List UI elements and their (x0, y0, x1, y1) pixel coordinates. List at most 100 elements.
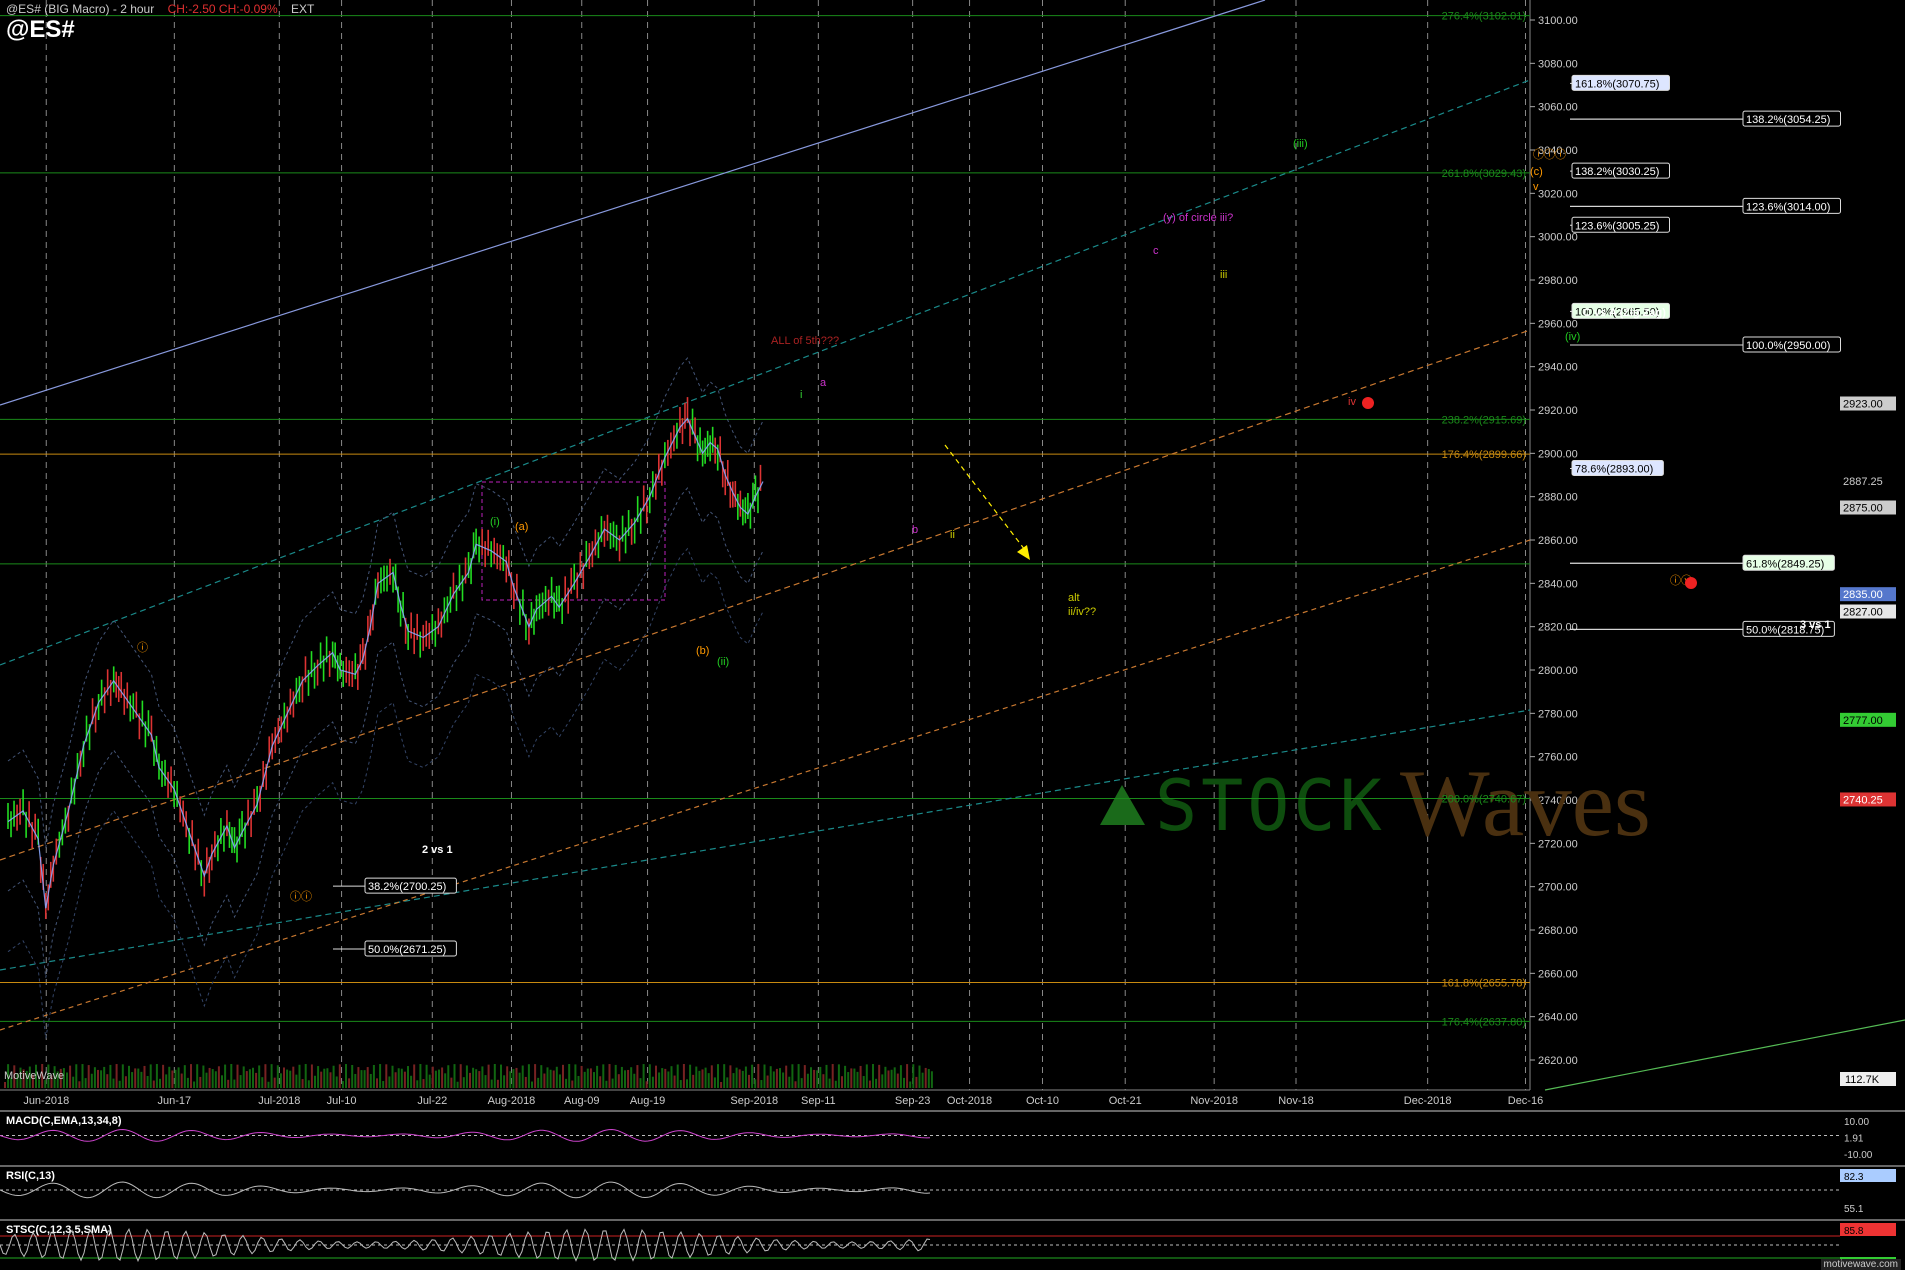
volume-bar (447, 1065, 450, 1088)
volume-bar (431, 1066, 434, 1088)
volume-bar (825, 1064, 828, 1088)
volume-bar (831, 1064, 834, 1088)
volume-bar (633, 1073, 636, 1088)
volume-bar (199, 1076, 202, 1088)
volume-bar (314, 1075, 316, 1088)
volume-bar (400, 1068, 403, 1088)
volume-bar (202, 1065, 205, 1088)
horizontal-level-label: 161.8%(2655.78) (1442, 977, 1526, 989)
volume-bar (143, 1065, 146, 1088)
volume-bar (512, 1069, 515, 1088)
x-tick-label: Sep-2018 (730, 1095, 778, 1107)
volume-bar (875, 1078, 878, 1088)
annotation-text: ALL of 5th??? (771, 335, 839, 347)
warning-marker (1685, 577, 1697, 589)
volume-bar (335, 1076, 338, 1088)
volume-bar (159, 1078, 161, 1088)
volume-bar (710, 1065, 713, 1088)
volume-bar (407, 1066, 409, 1088)
y-tick-label: 2860.00 (1538, 535, 1578, 547)
volume-bar (704, 1067, 707, 1088)
volume-bar (267, 1081, 270, 1088)
volume-bar (614, 1064, 617, 1088)
volume-bar (571, 1080, 574, 1088)
volume-bar (899, 1065, 902, 1088)
volume-bar (527, 1064, 530, 1088)
volume-bar (667, 1071, 670, 1088)
volume-bar (676, 1064, 679, 1088)
horizontal-level-label: 261.8%(3029.43) (1442, 168, 1526, 180)
volume-bar (469, 1072, 471, 1088)
volume-bar (856, 1071, 859, 1088)
volume-bar (562, 1064, 564, 1088)
volume-bar (837, 1064, 840, 1088)
volume-bar (78, 1081, 81, 1088)
fib-target-label: 161.8%(3070.75) (1575, 78, 1659, 90)
volume-bar (695, 1066, 698, 1088)
volume-bar (193, 1081, 196, 1088)
volume-bar (273, 1077, 276, 1088)
wave-label: (ii) (717, 656, 729, 668)
x-tick-label: Nov-18 (1278, 1095, 1313, 1107)
volume-bar (385, 1064, 388, 1088)
horizontal-level-label: 176.4%(2637.80) (1442, 1016, 1526, 1028)
wave-label: (i) (490, 516, 500, 528)
volume-bar (441, 1067, 444, 1088)
volume-bar (317, 1066, 320, 1088)
volume-bar (518, 1072, 521, 1088)
volume-bar (921, 1072, 924, 1088)
volume-bar (372, 1064, 375, 1088)
volume-tag-label: 112.7K (1845, 1074, 1880, 1086)
volume-bar (816, 1070, 819, 1088)
volume-bar (754, 1079, 757, 1088)
y-tick-label: 2780.00 (1538, 708, 1578, 720)
indicator-tag-label: 85.8 (1844, 1226, 1864, 1237)
volume-bar (887, 1070, 890, 1088)
volume-bar (134, 1068, 137, 1088)
volume-bar (909, 1081, 912, 1088)
volume-bar (140, 1071, 143, 1088)
volume-bar (341, 1081, 344, 1088)
volume-bar (692, 1074, 695, 1088)
price-tag-label: 2887.25 (1843, 476, 1883, 488)
volume-bar (558, 1074, 561, 1088)
volume-bar (748, 1074, 750, 1088)
volume-bar (224, 1064, 227, 1088)
volume-bar (453, 1064, 456, 1088)
volume-bar (270, 1064, 273, 1088)
volume-bar (183, 1065, 186, 1088)
wave-label: i (800, 389, 802, 401)
annotation-text: C vs A (Zig Zag) (1583, 307, 1666, 319)
horizontal-level-label: 200.0%(2740.67) (1442, 794, 1526, 806)
indicator-title: STSC(C,12,3,5,SMA) (6, 1224, 112, 1236)
volume-bar (813, 1069, 816, 1088)
volume-bar (162, 1064, 165, 1088)
x-tick-label: Sep-11 (801, 1095, 836, 1107)
watermark-text-stock: STOCK (1155, 765, 1386, 847)
volume-bar (214, 1071, 217, 1088)
volume-bar (208, 1067, 211, 1088)
volume-bar (658, 1072, 661, 1088)
volume-bar (599, 1076, 602, 1088)
brand-label: MotiveWave (4, 1070, 65, 1082)
x-tick-label: Aug-09 (564, 1095, 599, 1107)
x-tick-label: Aug-19 (630, 1095, 665, 1107)
volume-bar (379, 1064, 382, 1088)
volume-bar (661, 1068, 664, 1088)
volume-bar (757, 1064, 760, 1088)
volume-bar (769, 1066, 772, 1088)
volume-bar (90, 1073, 93, 1088)
volume-bar (100, 1070, 103, 1088)
indicator-tag-label: -10.00 (1844, 1150, 1873, 1161)
volume-bar (416, 1080, 419, 1088)
y-tick-label: 3020.00 (1538, 188, 1578, 200)
price-tag-label: 2875.00 (1843, 503, 1883, 515)
volume-bar (332, 1065, 335, 1088)
x-tick-label: Jul-2018 (258, 1095, 300, 1107)
volume-bar (438, 1069, 440, 1088)
volume-bar (605, 1080, 608, 1088)
volume-bar (472, 1067, 475, 1088)
volume-bar (819, 1066, 822, 1088)
horizontal-level-label: 176.4%(2899.66) (1442, 449, 1526, 461)
volume-bar (190, 1064, 192, 1088)
